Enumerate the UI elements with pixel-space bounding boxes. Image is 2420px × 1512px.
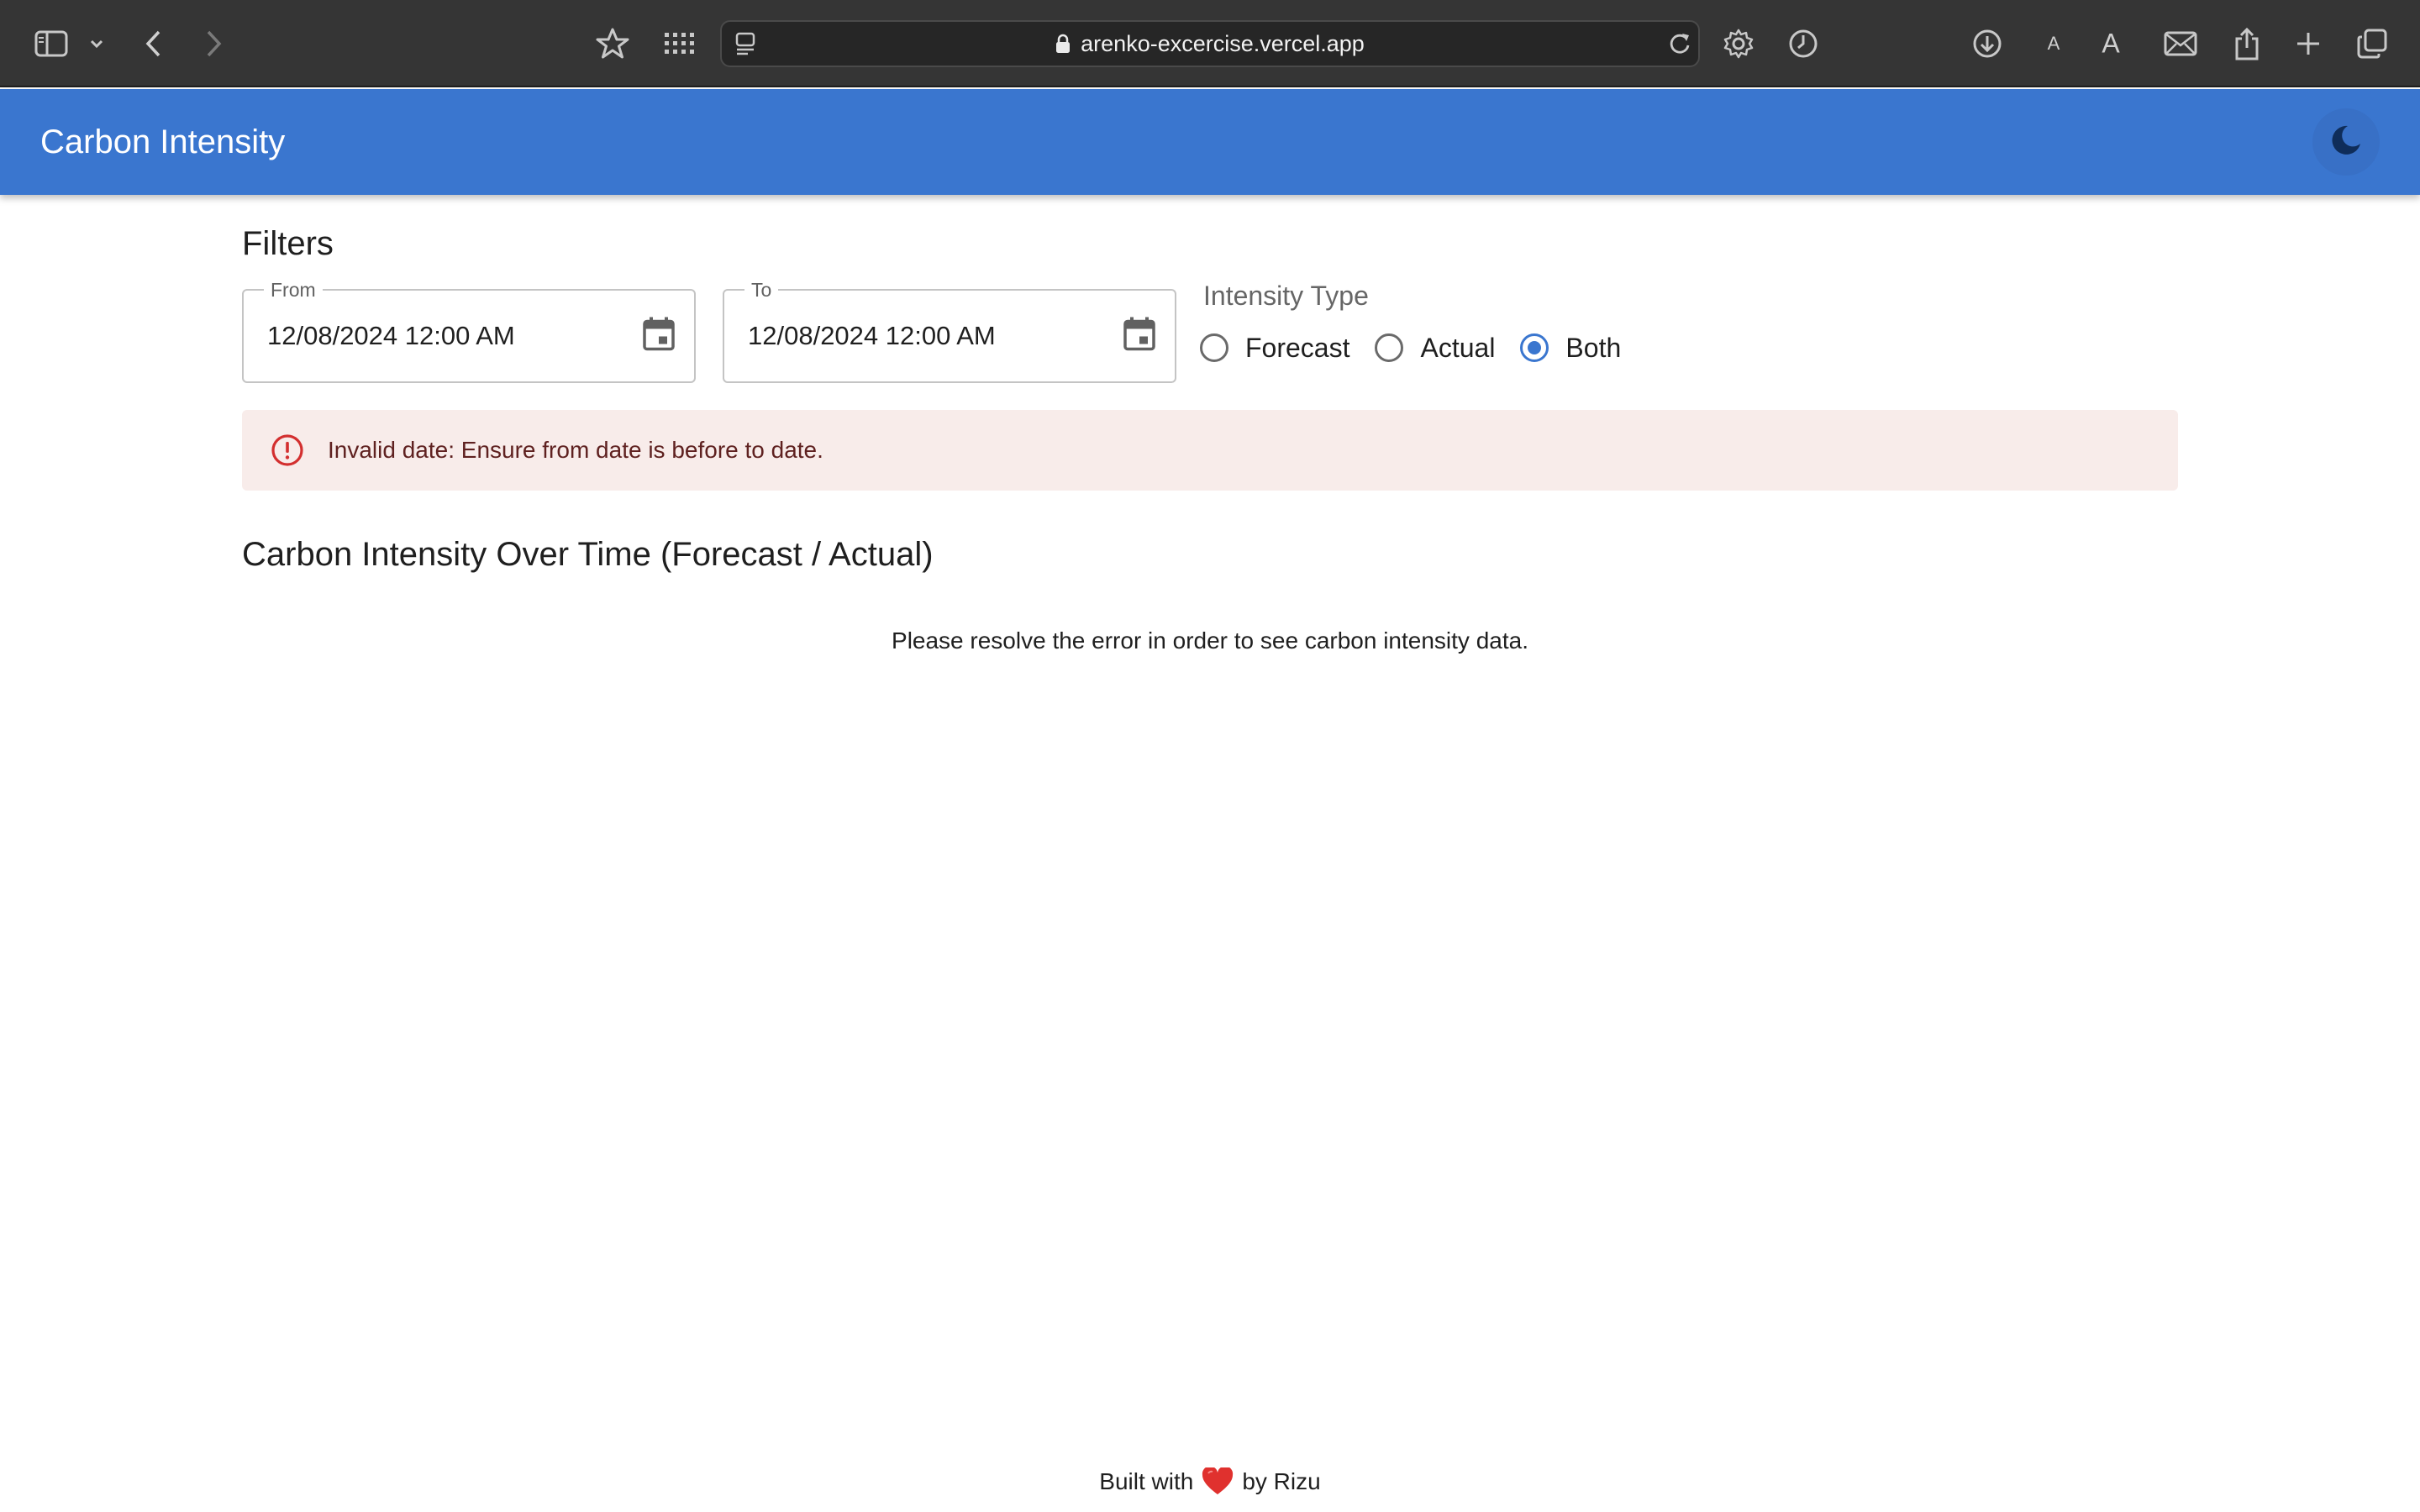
error-alert: Invalid date: Ensure from date is before… bbox=[242, 410, 2178, 491]
radio-forecast[interactable]: Forecast bbox=[1200, 333, 1349, 364]
theme-toggle-button[interactable] bbox=[2312, 108, 2380, 176]
intensity-type-radio-group: Forecast Actual Both bbox=[1200, 326, 1646, 370]
chart-placeholder-message: Please resolve the error in order to see… bbox=[892, 627, 1528, 654]
footer: Built with by Rizu bbox=[0, 1462, 2420, 1502]
tabs-icon[interactable] bbox=[2357, 29, 2387, 59]
new-tab-icon[interactable] bbox=[2296, 31, 2321, 56]
footer-prefix: Built with bbox=[1099, 1468, 1194, 1494]
radio-button[interactable] bbox=[1200, 333, 1228, 362]
heart-icon bbox=[1202, 1467, 1234, 1496]
history-icon[interactable] bbox=[1787, 28, 1819, 60]
reload-icon[interactable] bbox=[1668, 32, 1691, 55]
intensity-type-label: Intensity Type bbox=[1203, 281, 1369, 311]
grid-icon[interactable] bbox=[664, 31, 694, 56]
moon-icon bbox=[2329, 123, 2363, 161]
radio-label: Actual bbox=[1420, 332, 1496, 363]
from-date-field[interactable]: From 12/08/2024 12:00 AM bbox=[242, 279, 696, 383]
filters-heading: Filters bbox=[242, 225, 334, 262]
gear-icon[interactable] bbox=[1723, 28, 1754, 60]
to-date-value[interactable]: 12/08/2024 12:00 AM bbox=[748, 291, 996, 381]
to-date-field[interactable]: To 12/08/2024 12:00 AM bbox=[723, 279, 1176, 383]
radio-label: Both bbox=[1565, 332, 1622, 363]
footer-suffix: by Rizu bbox=[1242, 1468, 1321, 1494]
sidebar-icon[interactable] bbox=[34, 30, 68, 57]
url-text: arenko-excercise.vercel.app bbox=[1081, 30, 1365, 56]
app-title: Carbon Intensity bbox=[40, 123, 286, 160]
text-smaller-icon[interactable]: A bbox=[2048, 33, 2060, 55]
text-larger-icon[interactable]: A bbox=[2102, 29, 2119, 60]
error-icon bbox=[271, 433, 304, 467]
radio-button[interactable] bbox=[1375, 333, 1404, 362]
browser-toolbar: arenko-excercise.vercel.app A A bbox=[0, 0, 2420, 87]
back-icon[interactable] bbox=[145, 29, 163, 58]
address-bar[interactable]: arenko-excercise.vercel.app bbox=[720, 20, 1700, 67]
download-icon[interactable] bbox=[1971, 28, 2003, 60]
from-date-value[interactable]: 12/08/2024 12:00 AM bbox=[267, 291, 515, 381]
radio-button-selected[interactable] bbox=[1520, 333, 1549, 362]
radio-both[interactable]: Both bbox=[1520, 333, 1621, 364]
share-icon[interactable] bbox=[2233, 27, 2260, 60]
calendar-icon[interactable] bbox=[642, 317, 676, 356]
star-icon[interactable] bbox=[596, 28, 629, 60]
lock-icon bbox=[1055, 34, 1071, 54]
radio-label: Forecast bbox=[1245, 332, 1350, 363]
chevron-down-icon[interactable] bbox=[89, 39, 104, 49]
error-message: Invalid date: Ensure from date is before… bbox=[328, 437, 823, 463]
forward-icon[interactable] bbox=[204, 29, 223, 58]
mail-icon[interactable] bbox=[2164, 31, 2197, 56]
chart-section-title: Carbon Intensity Over Time (Forecast / A… bbox=[242, 536, 934, 573]
calendar-icon[interactable] bbox=[1123, 317, 1156, 356]
app-bar: Carbon Intensity bbox=[0, 89, 2420, 195]
radio-actual[interactable]: Actual bbox=[1375, 333, 1495, 364]
